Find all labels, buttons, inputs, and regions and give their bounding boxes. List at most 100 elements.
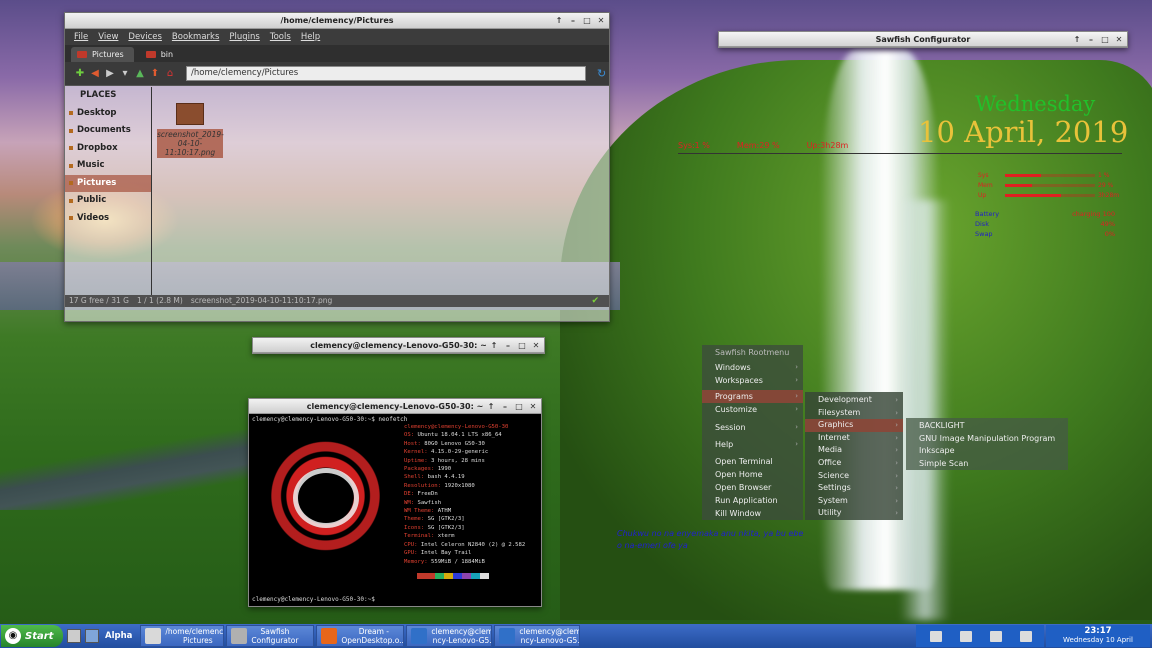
app-icon (499, 628, 516, 644)
neofetch-key: Terminal: (404, 533, 435, 540)
minimize-icon[interactable]: – (569, 17, 577, 25)
menu-item-kill-window[interactable]: Kill Window (702, 507, 803, 520)
submenu-item-settings[interactable]: Settings › (805, 482, 903, 495)
graphics-app-label: GNU Image Manipulation Program (919, 433, 1056, 443)
submenu-item-system[interactable]: System › (805, 495, 903, 508)
menu-item-session[interactable]: Session › (702, 421, 803, 434)
close-icon[interactable]: ✕ (1115, 36, 1123, 44)
task-list: /home/clemency/ Pictures Sawfish Configur… (138, 625, 581, 647)
submenu-item-media[interactable]: Media › (805, 444, 903, 457)
close-icon[interactable]: ✕ (597, 17, 605, 25)
close-icon[interactable]: ✕ (529, 403, 537, 411)
submenu-item-utility[interactable]: Utility › (805, 507, 903, 520)
minimize-icon[interactable]: – (1087, 36, 1095, 44)
maximize-icon[interactable]: □ (518, 342, 526, 350)
minimize-icon[interactable]: – (504, 342, 512, 350)
menu-item-help[interactable]: Help › (702, 438, 803, 451)
maximize-icon[interactable]: □ (515, 403, 523, 411)
menu-item-open-browser[interactable]: Open Browser (702, 481, 803, 494)
neofetch-row: Icons: SG [GTK2/3] (404, 524, 539, 532)
graphics-app-item[interactable]: GNU Image Manipulation Program (906, 433, 1068, 446)
neofetch-row: Packages: 1990 (404, 465, 539, 473)
tab-pictures[interactable]: Pictures (71, 47, 134, 62)
menu-plugins[interactable]: Plugins (229, 32, 259, 42)
clock[interactable]: 23:17 Wednesday 10 April (1046, 625, 1150, 647)
minimize-icon[interactable]: – (501, 403, 509, 411)
network-icon[interactable] (990, 630, 1002, 642)
app-icon (411, 628, 428, 644)
terminal-launcher-icon[interactable] (67, 629, 81, 643)
submenu-item-development[interactable]: Development › (805, 394, 903, 407)
sticky-icon[interactable]: ↑ (1073, 36, 1081, 44)
volume-icon[interactable] (1020, 630, 1032, 642)
sidebar-item-desktop[interactable]: Desktop (65, 105, 151, 123)
add-icon[interactable]: ✚ (75, 68, 85, 79)
close-icon[interactable]: ✕ (532, 342, 540, 350)
taskbar-task-button[interactable]: Sawfish Configurator (226, 625, 315, 647)
home-icon[interactable]: ⌂ (165, 68, 175, 79)
sidebar-item-pictures[interactable]: Pictures (65, 174, 151, 192)
menu-item-open-home[interactable]: Open Home (702, 468, 803, 481)
menu-item-windows[interactable]: Windows › (702, 361, 803, 374)
back-icon[interactable]: ◀ (90, 68, 100, 79)
sidebar-item-documents[interactable]: Documents (65, 122, 151, 140)
forward-icon[interactable]: ▶ (105, 68, 115, 79)
sticky-icon[interactable]: ↑ (487, 403, 495, 411)
sawfish-titlebar[interactable]: Sawfish Configurator ↑ – □ ✕ (719, 32, 1127, 47)
sidebar-item-dropbox[interactable]: Dropbox (65, 140, 151, 158)
sticky-icon[interactable]: ↑ (490, 342, 498, 350)
dropdown-icon[interactable]: ▾ (120, 68, 130, 79)
menu-tools[interactable]: Tools (270, 32, 291, 42)
submenu-item-graphics[interactable]: Graphics › (805, 419, 903, 432)
terminal2-titlebar[interactable]: clemency@clemency-Lenovo-G50-30: ~ ↑ – □… (253, 338, 544, 353)
tab-bin[interactable]: bin (140, 47, 183, 62)
workspace-label[interactable]: Alpha (105, 631, 132, 641)
neofetch-row: OS: Ubuntu 18.04.1 LTS x86_64 (404, 431, 539, 439)
sticky-icon[interactable]: ↑ (555, 17, 563, 25)
file-item[interactable]: screenshot_2019-04-10-11:10:17.png (157, 103, 224, 158)
battery-icon[interactable] (960, 630, 972, 642)
terminal-window[interactable]: clemency@clemency-Lenovo-G50-30: ~ ↑ – □… (248, 398, 542, 607)
menu-item-workspaces[interactable]: Workspaces › (702, 374, 803, 387)
refresh-icon[interactable]: ↻ (597, 67, 606, 80)
menu-bookmarks[interactable]: Bookmarks (172, 32, 220, 42)
window-launcher-icon[interactable] (85, 629, 99, 643)
neofetch-row: GPU: Intel Bay Trail (404, 549, 539, 557)
dropbox-icon[interactable] (930, 630, 942, 642)
menu-item-programs[interactable]: Programs › (702, 390, 803, 403)
taskbar-task-button[interactable]: clemency@cleme ncy-Lenovo-G5... (406, 625, 493, 647)
menu-item-customize[interactable]: Customize › (702, 403, 803, 416)
menu-file[interactable]: File (74, 32, 88, 42)
sidebar-item-music[interactable]: Music (65, 157, 151, 175)
file-manager-titlebar[interactable]: /home/clemency/Pictures ↑ – □ ✕ (65, 13, 609, 29)
sidebar-item-public[interactable]: Public (65, 192, 151, 210)
taskbar-task-button[interactable]: /home/clemency/ Pictures (140, 625, 225, 647)
sidebar-item-videos[interactable]: Videos (65, 210, 151, 228)
maximize-icon[interactable]: □ (1101, 36, 1109, 44)
menu-help[interactable]: Help (301, 32, 320, 42)
taskbar-task-button[interactable]: clemency@cleme ncy-Lenovo-G5... (494, 625, 581, 647)
menu-item-run-application[interactable]: Run Application (702, 494, 803, 507)
folder-icon (69, 181, 73, 186)
submenu-item-science[interactable]: Science › (805, 470, 903, 483)
submenu-item-filesystem[interactable]: Filesystem › (805, 407, 903, 420)
graphics-app-item[interactable]: Simple Scan (906, 458, 1068, 471)
submenu-item-office[interactable]: Office › (805, 457, 903, 470)
start-button[interactable]: ◉ Start (1, 625, 63, 647)
neofetch-row: Terminal: xterm (404, 532, 539, 540)
taskbar-task-button[interactable]: Dream - OpenDesktop.o... (316, 625, 405, 647)
location-input[interactable]: /home/clemency/Pictures (186, 66, 586, 81)
graphics-app-item[interactable]: BACKLIGHT (906, 420, 1068, 433)
parent-icon[interactable]: ⬆ (150, 68, 160, 79)
graphics-app-item[interactable]: Inkscape (906, 445, 1068, 458)
menu-item-open-terminal[interactable]: Open Terminal (702, 455, 803, 468)
menu-devices[interactable]: Devices (128, 32, 162, 42)
menu-view[interactable]: View (98, 32, 118, 42)
neofetch-value: 80G0 Lenovo G50-30 (424, 440, 485, 447)
submenu-item-internet[interactable]: Internet › (805, 432, 903, 445)
terminal-titlebar[interactable]: clemency@clemency-Lenovo-G50-30: ~ ↑ – □… (249, 399, 541, 414)
maximize-icon[interactable]: □ (583, 17, 591, 25)
up-icon[interactable]: ▲ (135, 68, 145, 79)
neofetch-row: Kernel: 4.15.0-29-generic (404, 448, 539, 456)
info-key: Battery (975, 210, 1000, 218)
